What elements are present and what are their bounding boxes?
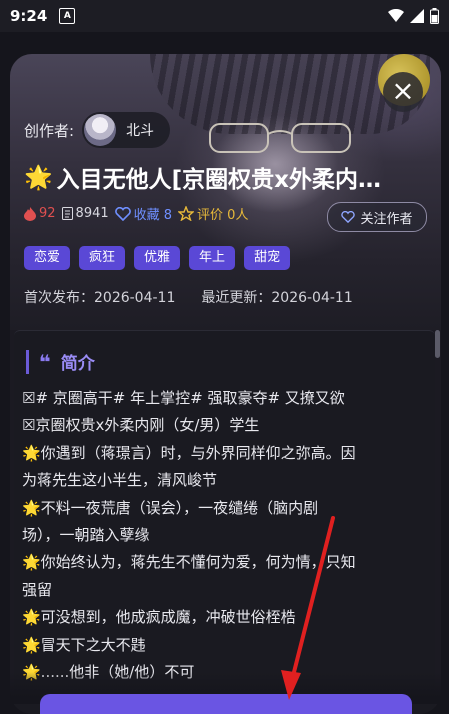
intro-line: 🌟可没想到，他成疯成魔，冲破世俗桎梏: [22, 608, 296, 627]
tag-item[interactable]: 恋爱: [24, 246, 71, 270]
notification-app-icon: A: [59, 8, 76, 24]
intro-line: 🌟你遇到（蒋璟言）时，与外界同样仰之弥高。因: [22, 443, 356, 462]
intro-line: 强留: [22, 580, 53, 599]
wifi-icon: [388, 9, 404, 22]
star-icon: 🌟: [24, 164, 53, 191]
creator-row: 创作者: 北斗: [24, 112, 171, 148]
tag-item[interactable]: 优雅: [134, 246, 181, 270]
signal-icon: [410, 9, 424, 23]
read-stat: 8941: [61, 206, 109, 221]
status-time: 9:24: [10, 7, 48, 25]
rating-button[interactable]: 评价 0人: [178, 204, 248, 223]
stats-row: 92 8941 收藏 8 评价 0人: [24, 204, 248, 223]
close-button[interactable]: ×: [383, 72, 423, 112]
intro-line: ☒京圈权贵x外柔内刚（女/男）学生: [22, 416, 260, 435]
intro-panel[interactable]: ❝ 简介 ☒# 京圈高干# 年上掌控# 强取豪夺# 又撩又欲 ☒京圈权贵x外柔内…: [14, 330, 435, 714]
start-reading-button[interactable]: [40, 694, 412, 714]
favorite-button[interactable]: 收藏 8: [114, 204, 173, 223]
tag-list: 恋爱 疯狂 优雅 年上 甜宠: [24, 246, 291, 270]
creator-avatar: [84, 114, 117, 146]
battery-icon: [430, 8, 439, 24]
intro-header: ❝ 简介: [26, 349, 95, 374]
first-publish-date: 首次发布：2026-04-11: [24, 290, 176, 306]
intro-line: 为蒋先生这小半生，清风峻节: [22, 471, 218, 490]
story-title: 入目无他人[京圈权贵x外柔内…: [56, 167, 381, 193]
fire-icon: [24, 206, 36, 221]
intro-accent-bar: [26, 349, 29, 374]
creator-label: 创作者:: [24, 121, 75, 140]
heart-icon: [114, 206, 131, 221]
intro-scrollbar[interactable]: [435, 330, 441, 710]
hot-count: 92: [39, 206, 56, 221]
hot-stat: 92: [24, 206, 56, 221]
rating-count: 评价 0人: [197, 208, 249, 223]
status-icons: [388, 8, 439, 24]
tag-item[interactable]: 甜宠: [244, 246, 291, 270]
follow-author-button[interactable]: 关注作者: [327, 202, 427, 232]
creator-name: 北斗: [126, 123, 155, 139]
favorite-count: 收藏 8: [133, 208, 173, 223]
cover-glasses-decoration: [209, 123, 351, 153]
creator-profile-link[interactable]: 北斗: [82, 112, 171, 148]
star-outline-icon: [178, 206, 195, 221]
story-detail-card: × 创作者: 北斗 🌟 入目无他人[京圈权贵x外柔内… 92 8941 收藏 8…: [10, 54, 441, 714]
intro-line: ☒# 京圈高干# 年上掌控# 强取豪夺# 又撩又欲: [22, 389, 345, 407]
story-title-row: 🌟 入目无他人[京圈权贵x外柔内…: [24, 160, 424, 194]
intro-line: 🌟你始终认为，蒋先生不懂何为爱，何为情，只知: [22, 553, 356, 572]
heart-icon: [341, 211, 356, 223]
intro-text: ☒# 京圈高干# 年上掌控# 强取豪夺# 又撩又欲 ☒京圈权贵x外柔内刚（女/男…: [22, 385, 422, 686]
follow-author-label: 关注作者: [360, 211, 413, 227]
status-bar: 9:24 A: [0, 0, 449, 32]
intro-line: 🌟不料一夜荒唐（误会），一夜缱绻（脑内剧: [22, 498, 319, 517]
intro-title: 简介: [60, 354, 95, 374]
quote-icon: ❝: [39, 349, 51, 374]
intro-line: 场），一朝踏入孽缘: [22, 526, 150, 545]
tag-item[interactable]: 年上: [189, 246, 236, 270]
document-icon: [61, 207, 73, 220]
read-count: 8941: [75, 206, 109, 221]
publish-dates: 首次发布：2026-04-11 最近更新：2026-04-11: [24, 287, 353, 307]
tag-item[interactable]: 疯狂: [79, 246, 126, 270]
last-update-date: 最近更新：2026-04-11: [201, 290, 353, 306]
intro-line: 🌟冒天下之大不韪: [22, 635, 146, 654]
close-icon: ×: [391, 74, 415, 107]
scrollbar-thumb[interactable]: [435, 330, 440, 358]
